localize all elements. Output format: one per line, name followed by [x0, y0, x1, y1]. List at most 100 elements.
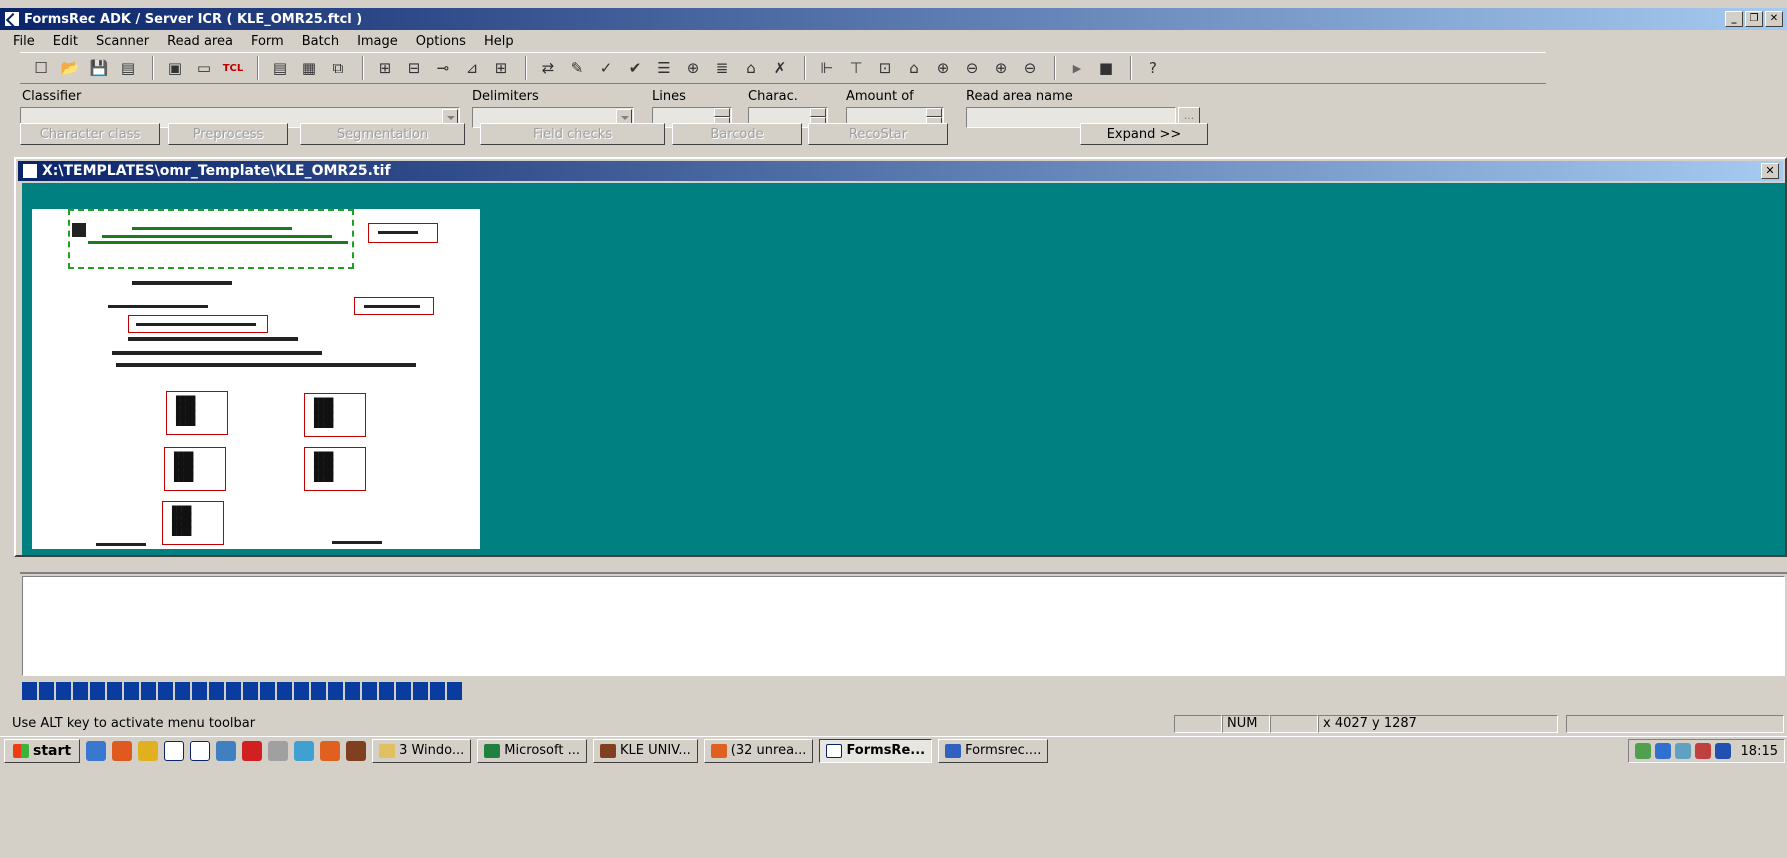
align-left-icon[interactable]: ⊩ — [814, 56, 840, 80]
field-group-icon[interactable]: ⊟ — [401, 56, 427, 80]
menu-edit[interactable]: Edit — [44, 34, 87, 49]
quick-launch-formsrec-icon[interactable] — [164, 740, 185, 761]
spin-up-icon[interactable] — [810, 108, 826, 117]
expand-button[interactable]: Expand >> — [1080, 123, 1208, 145]
tray-icon[interactable] — [1714, 743, 1731, 759]
menu-batch[interactable]: Batch — [293, 34, 348, 49]
zoom-in-icon[interactable]: ⊕ — [930, 56, 956, 80]
spin-up-icon[interactable] — [714, 108, 730, 117]
header-read-area[interactable] — [68, 209, 354, 269]
quick-launch-app-icon[interactable] — [294, 740, 315, 761]
help-icon[interactable]: ? — [1140, 56, 1166, 80]
task-windows-explorer[interactable]: 3 Windo... — [372, 738, 472, 763]
menu-help[interactable]: Help — [475, 34, 523, 49]
zoom-fit-icon[interactable]: ⊕ — [988, 56, 1014, 80]
zoom-out-icon[interactable]: ⊖ — [959, 56, 985, 80]
view-screen-icon[interactable]: ▭ — [191, 56, 217, 80]
stop-icon[interactable]: ■ — [1093, 56, 1119, 80]
segmentation-button[interactable]: Segmentation — [300, 123, 465, 145]
start-button[interactable]: start — [4, 738, 81, 763]
header-text-line — [132, 227, 292, 230]
binoculars-icon[interactable]: ⊕ — [680, 56, 706, 80]
code-text — [378, 231, 418, 234]
barcode-button[interactable]: Barcode — [672, 123, 802, 145]
task-microsoft[interactable]: Microsoft ... — [477, 738, 587, 763]
toolbar-separator — [362, 56, 364, 80]
preprocess-button[interactable]: Preprocess — [168, 123, 288, 145]
quick-launch-app-icon[interactable] — [138, 740, 159, 761]
field-prop-icon[interactable]: ≣ — [709, 56, 735, 80]
tray-icon[interactable] — [1654, 743, 1671, 759]
task-kle-univ[interactable]: KLE UNIV... — [592, 738, 698, 763]
window-controls: _ ❐ ✕ — [1725, 11, 1783, 27]
save-all-icon[interactable]: ▤ — [115, 56, 141, 80]
align-top-icon[interactable]: ⊤ — [843, 56, 869, 80]
progress-block — [328, 682, 343, 700]
menu-file[interactable]: File — [4, 34, 44, 49]
recognize-icon[interactable]: ⇄ — [535, 56, 561, 80]
view-form-icon[interactable]: ▣ — [162, 56, 188, 80]
quick-launch-firefox-icon[interactable] — [112, 740, 133, 761]
form-grid-icon[interactable]: ▦ — [296, 56, 322, 80]
excel-icon — [484, 743, 501, 758]
quick-launch-ie-icon[interactable] — [86, 740, 107, 761]
header-text-line — [88, 241, 348, 244]
quick-launch-app-icon[interactable] — [216, 740, 237, 761]
play-icon[interactable]: ▶ — [1064, 56, 1090, 80]
read-area-name-label: Read area name — [966, 89, 1073, 104]
properties-icon[interactable]: ⌂ — [738, 56, 764, 80]
tray-icon[interactable] — [1694, 743, 1711, 759]
menu-image[interactable]: Image — [348, 34, 407, 49]
close-icon[interactable]: ✕ — [1761, 163, 1779, 179]
quick-launch-app-icon[interactable] — [346, 740, 367, 761]
field-list-icon[interactable]: ☰ — [651, 56, 677, 80]
area-prop-icon[interactable]: ⌂ — [901, 56, 927, 80]
footer-text — [96, 543, 146, 546]
align-size-icon[interactable]: ⊡ — [872, 56, 898, 80]
recostar-button[interactable]: RecoStar — [808, 123, 948, 145]
quick-launch-chrome-icon[interactable] — [320, 740, 341, 761]
spin-up-icon[interactable] — [926, 108, 942, 117]
quick-launch-app-icon[interactable] — [268, 740, 289, 761]
image-canvas[interactable]: ████ ████ ████ ████ ████ ████ ████ ████ ████ ██… — [22, 183, 1785, 555]
check-icon[interactable]: ✓ — [593, 56, 619, 80]
verify-icon[interactable]: ✔ — [622, 56, 648, 80]
tcl-icon[interactable]: TCL — [220, 56, 246, 80]
field-checks-button[interactable]: Field checks — [480, 123, 665, 145]
form-list-icon[interactable]: ▤ — [267, 56, 293, 80]
maximize-button[interactable]: ❐ — [1745, 11, 1763, 27]
text-line — [116, 363, 416, 367]
field-table-icon[interactable]: ⊞ — [488, 56, 514, 80]
new-file-icon[interactable]: ☐ — [28, 56, 54, 80]
copy-form-icon[interactable]: ⧉ — [325, 56, 351, 80]
field-key-icon[interactable]: ⊸ — [430, 56, 456, 80]
add-field-icon[interactable]: ⊞ — [372, 56, 398, 80]
task-formsrec-active[interactable]: FormsRe... — [819, 738, 933, 763]
num-lock-indicator: NUM — [1222, 715, 1270, 733]
menu-read-area[interactable]: Read area — [158, 34, 242, 49]
field-line-icon[interactable]: ⊿ — [459, 56, 485, 80]
tray-icon[interactable] — [1634, 743, 1651, 759]
template-image[interactable]: ████ ████ ████ ████ ████ ████ ████ ████ ████ ██… — [32, 209, 480, 549]
zoom-actual-icon[interactable]: ⊖ — [1017, 56, 1043, 80]
open-folder-icon[interactable]: 📂 — [57, 56, 83, 80]
quick-launch-formsrec-icon[interactable] — [190, 740, 211, 761]
icr-icon[interactable]: ✎ — [564, 56, 590, 80]
task-formsrec-doc[interactable]: Formsrec.... — [938, 738, 1049, 763]
save-icon[interactable]: 💾 — [86, 56, 112, 80]
delete-field-icon[interactable]: ✗ — [767, 56, 793, 80]
status-hint: Use ALT key to activate menu toolbar — [12, 716, 256, 731]
menu-options[interactable]: Options — [407, 34, 475, 49]
image-child-window: X:\TEMPLATES\omr_Template\KLE_OMR25.tif … — [14, 157, 1787, 557]
minimize-button[interactable]: _ — [1725, 11, 1743, 27]
volume-icon[interactable] — [1674, 743, 1691, 759]
task-mail[interactable]: (32 unrea... — [703, 738, 814, 763]
quick-launch-pdf-icon[interactable] — [242, 740, 263, 761]
progress-block — [345, 682, 360, 700]
output-text-area[interactable] — [22, 576, 1785, 676]
menu-form[interactable]: Form — [242, 34, 293, 49]
menu-scanner[interactable]: Scanner — [87, 34, 158, 49]
character-class-button[interactable]: Character class — [20, 123, 160, 145]
close-button[interactable]: ✕ — [1765, 11, 1783, 27]
progress-block — [362, 682, 377, 700]
